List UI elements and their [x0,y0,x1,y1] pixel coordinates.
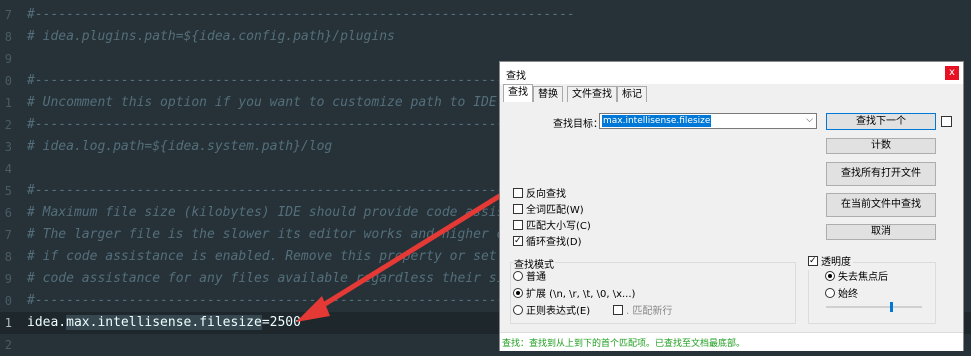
dialog-title: 查找 [506,71,526,82]
editor-line: 7 #--------------------------------------… [0,4,971,26]
line-number: 1 [4,96,12,110]
status-message: 查找：查找到从上到下的首个匹配项。已查找至文档最底部。 [502,339,746,349]
mode-normal[interactable]: 普通 [513,271,546,285]
line-text: idea.max.intellisense.filesize=2500 [27,312,301,334]
tab-replace[interactable]: 替换 [533,86,563,102]
close-button[interactable]: x [945,66,959,80]
mode-regex[interactable]: 正则表达式(E) [513,305,590,319]
line-number: 4 [4,162,12,176]
line-number: 2 [4,118,12,132]
editor-line: 8 # idea.plugins.path=${idea.config.path}… [0,26,971,48]
line-number: 7 [4,8,12,22]
radio[interactable] [513,271,523,281]
line-number: 9 [4,272,12,286]
transparency-toggle[interactable]: 透明度 [808,254,853,270]
tab-find-in-files[interactable]: 文件查找 [567,86,617,102]
find-target-input[interactable]: max.intellisense.filesize ⌵ [599,113,817,129]
checkbox[interactable] [513,234,523,248]
line-number: 0 [4,74,12,88]
find-target-label: 查找目标： [553,119,603,130]
checkbox[interactable] [513,220,523,230]
checkbox[interactable] [513,204,523,214]
code-token: =2500 [261,315,301,330]
line-number: 6 [4,206,12,220]
line-number: 7 [4,228,12,242]
search-match-highlight: max.intellisense.filesize [66,315,262,330]
line-number: 8 [4,250,12,264]
transparency-always[interactable]: 始终 [825,288,858,302]
find-panel: 查找目标： max.intellisense.filesize ⌵ 查找下一个 … [500,102,963,332]
line-number: 3 [4,140,12,154]
find-all-open-files-button[interactable]: 查找所有打开文件 [826,162,936,186]
option-label: 循环查找(D) [526,237,582,248]
dialog-tabs: 查找 替换 文件查找 标记 [500,84,963,102]
line-number: 0 [4,294,12,308]
line-text: # if code assistance is enabled. Remove … [27,249,560,264]
option-label: 正则表达式(E) [526,306,591,317]
count-button[interactable]: 计数 [826,138,936,154]
find-next-checkbox[interactable] [941,116,952,127]
radio[interactable] [825,288,835,298]
line-text: #---------------------------------------… [27,117,575,132]
line-number: 8 [4,30,12,44]
transparency-slider-track[interactable] [826,306,922,308]
line-text: #---------------------------------------… [27,73,575,88]
line-number: 9 [4,52,12,66]
line-text: #---------------------------------------… [27,183,575,198]
option-label: 普通 [526,272,546,283]
option-label: 始终 [838,289,858,300]
find-dialog: 查找 x 查找 替换 文件查找 标记 查找目标： max.intellisens… [499,61,964,351]
option-label: 透明度 [821,257,851,268]
line-number: 1 [4,316,12,330]
chevron-down-icon[interactable]: ⌵ [806,115,813,125]
search-mode-label: 查找模式 [513,256,555,271]
line-text: # idea.log.path=${idea.system.path}/log [27,139,333,154]
line-text: #---------------------------------------… [27,293,575,308]
mode-extended[interactable]: 扩展 (\n, \r, \t, \0, \x...) [513,288,635,302]
line-text: # code assistance for any files availabl… [27,271,528,286]
line-text: # Maximum file size (kilobytes) IDE shou… [27,205,544,220]
option-label: 全词匹配(W) [526,205,584,216]
option-label: 匹配大小写(C) [526,221,591,232]
line-number: 5 [4,184,12,198]
option-label: . 匹配新行 [626,306,673,317]
option-label: 失去焦点后 [838,272,888,283]
dialog-titlebar[interactable]: 查找 x [500,62,963,84]
option-label: 扩展 (\n, \r, \t, \0, \x...) [526,289,636,300]
find-in-current-file-button[interactable]: 在当前文件中查找 [826,193,936,217]
tab-mark[interactable]: 标记 [617,86,647,102]
transparency-on-lose-focus[interactable]: 失去焦点后 [825,271,888,285]
tab-find[interactable]: 查找 [503,84,533,102]
find-target-value: max.intellisense.filesize [602,115,712,127]
radio[interactable] [825,271,835,281]
cancel-button[interactable]: 取消 [826,224,936,240]
option-label: 反向查找 [526,189,566,200]
line-number: 2 [4,338,12,352]
line-text: # The larger file is the slower its edit… [27,227,552,242]
option-wrap-around[interactable]: 循环查找(D) [513,234,582,250]
line-text: # idea.plugins.path=${idea.config.path}/… [27,29,395,44]
option-whole-word[interactable]: 全词匹配(W) [513,204,584,218]
option-match-case[interactable]: 匹配大小写(C) [513,220,591,234]
line-text: #---------------------------------------… [27,7,575,22]
checkbox[interactable] [613,305,623,315]
status-bar: 查找：查找到从上到下的首个匹配项。已查找至文档最底部。 [500,332,963,351]
checkbox[interactable] [808,254,818,268]
option-dot-newline[interactable]: . 匹配新行 [613,305,672,319]
checkbox[interactable] [513,188,523,198]
radio[interactable] [513,305,523,315]
option-reverse[interactable]: 反向查找 [513,188,566,202]
transparency-slider-thumb[interactable] [890,302,893,312]
radio[interactable] [513,288,523,298]
line-text: # Uncomment this option if you want to c… [27,95,536,110]
code-token: idea. [27,315,67,330]
find-next-button[interactable]: 查找下一个 [826,113,936,130]
